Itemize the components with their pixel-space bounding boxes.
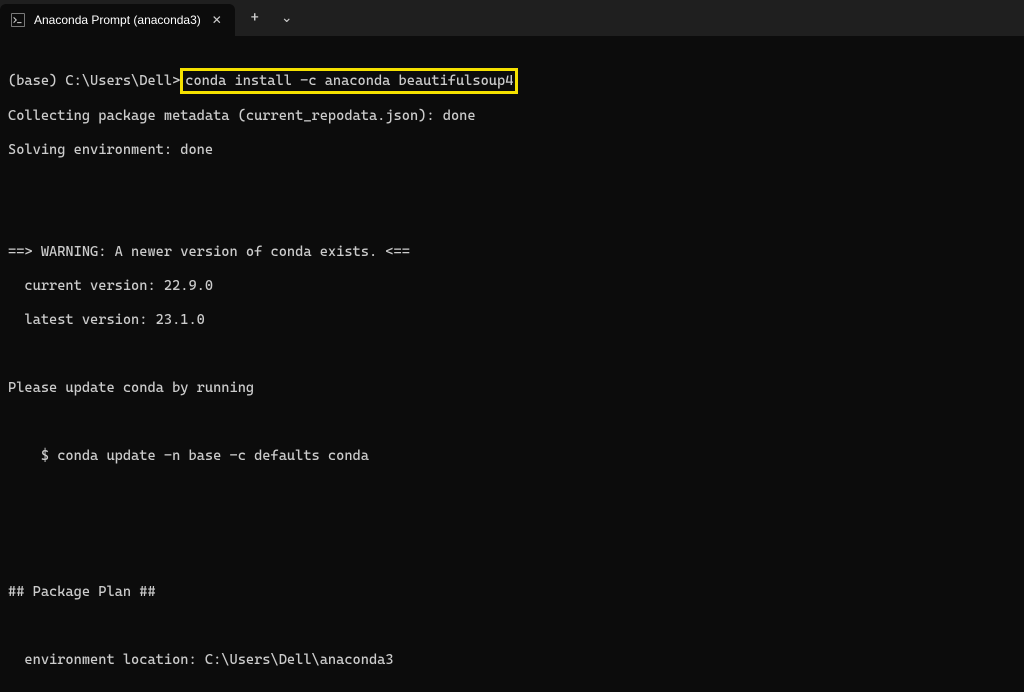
output-line: Collecting package metadata (current_rep… <box>8 108 1016 125</box>
blank-line <box>8 210 1016 227</box>
highlighted-command: conda install -c anaconda beautifulsoup4 <box>180 68 518 94</box>
output-line: Solving environment: done <box>8 142 1016 159</box>
tab-title: Anaconda Prompt (anaconda3) <box>34 13 201 27</box>
env-location: environment location: C:\Users\Dell\anac… <box>8 652 1016 669</box>
terminal-output[interactable]: (base) C:\Users\Dell>conda install -c an… <box>0 36 1024 692</box>
blank-line <box>8 550 1016 567</box>
window-tab[interactable]: Anaconda Prompt (anaconda3) ✕ <box>0 4 235 36</box>
warning-line: latest version: 23.1.0 <box>8 312 1016 329</box>
warning-line: ==> WARNING: A newer version of conda ex… <box>8 244 1016 261</box>
tab-dropdown-button[interactable]: ⌄ <box>271 2 303 34</box>
blank-line <box>8 618 1016 635</box>
prompt-prefix: (base) C:\Users\Dell> <box>8 73 180 89</box>
blank-line <box>8 686 1016 692</box>
blank-line <box>8 414 1016 431</box>
window-titlebar: Anaconda Prompt (anaconda3) ✕ + ⌄ <box>0 0 1024 36</box>
titlebar-actions: + ⌄ <box>239 0 303 36</box>
output-line: $ conda update -n base -c defaults conda <box>8 448 1016 465</box>
output-line: Please update conda by running <box>8 380 1016 397</box>
warning-line: current version: 22.9.0 <box>8 278 1016 295</box>
blank-line <box>8 176 1016 193</box>
plan-header: ## Package Plan ## <box>8 584 1016 601</box>
blank-line <box>8 482 1016 499</box>
new-tab-button[interactable]: + <box>239 2 271 34</box>
blank-line <box>8 346 1016 363</box>
blank-line <box>8 516 1016 533</box>
close-tab-button[interactable]: ✕ <box>209 12 225 28</box>
terminal-icon <box>10 12 26 28</box>
prompt-line: (base) C:\Users\Dell>conda install -c an… <box>8 71 1016 91</box>
